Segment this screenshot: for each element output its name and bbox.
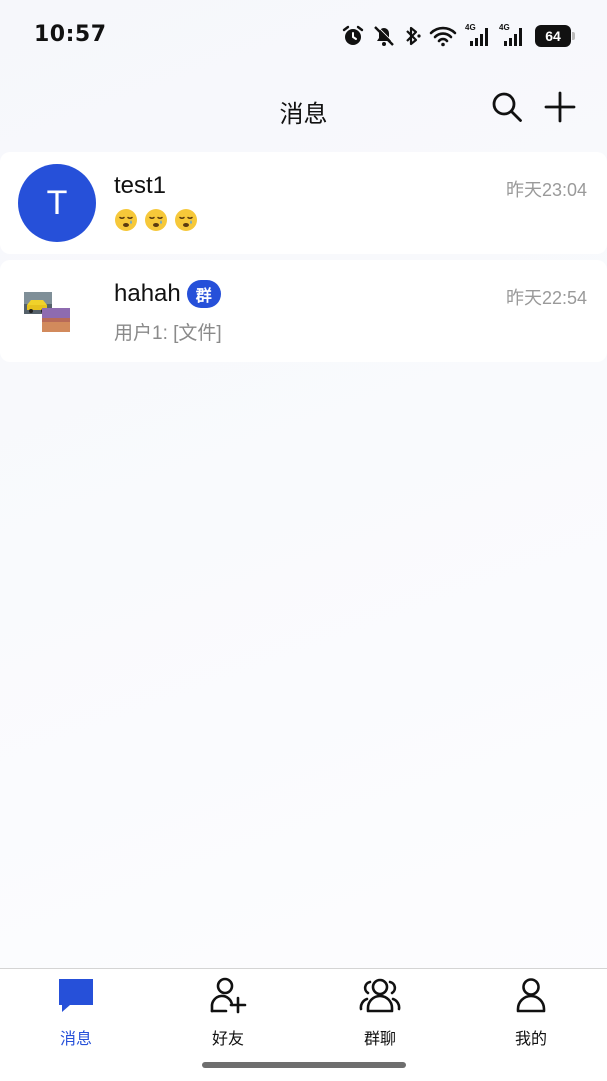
nav-label: 好友 (211, 1031, 244, 1048)
message-preview: 用户1: [文件] (114, 323, 222, 344)
status-bar: 10:57 4G 4G 64 (0, 0, 607, 72)
nav-label: 我的 (514, 1031, 547, 1048)
bluetooth-icon (403, 24, 421, 48)
add-friend-icon (208, 976, 248, 1019)
nav-label: 群聊 (363, 1031, 396, 1048)
conversation-item[interactable]: T test1 昨天23:04 (0, 152, 607, 254)
sleepy-emoji-icon (144, 208, 168, 232)
nav-label: 消息 (59, 1031, 92, 1048)
search-icon (490, 90, 524, 129)
nav-tab-groups[interactable]: 群聊 (330, 976, 430, 1049)
mute-bell-icon (373, 24, 395, 48)
avatar: T (18, 164, 96, 242)
alarm-icon (341, 24, 365, 48)
message-preview (114, 208, 198, 232)
battery-icon: 64 (535, 25, 575, 47)
nav-tab-messages[interactable]: 消息 (26, 979, 126, 1049)
network-type-label: 4G (499, 23, 510, 32)
conversation-name: test1 (114, 172, 167, 199)
conversation-item[interactable]: hahah 群 昨天22:54 用户1: [文件] (0, 260, 607, 362)
status-icons: 4G 4G 64 (341, 22, 575, 50)
network-type-label: 4G (465, 23, 476, 32)
signal-icon: 4G (499, 23, 525, 48)
chat-bubble-icon (56, 976, 96, 1019)
group-avatar (18, 272, 96, 350)
conversation-time: 昨天23:04 (505, 180, 587, 200)
person-icon (513, 976, 549, 1019)
nav-tab-friends[interactable]: 好友 (178, 976, 278, 1049)
plus-icon (543, 90, 577, 129)
sleepy-emoji-icon (114, 208, 138, 232)
conversation-name-line: hahah 群 (114, 280, 221, 308)
conversation-time: 昨天22:54 (505, 288, 587, 308)
conversation-name: hahah (114, 280, 181, 307)
wifi-icon (429, 25, 457, 47)
search-button[interactable] (488, 90, 526, 128)
status-time: 10:57 (34, 22, 107, 47)
nav-tab-me[interactable]: 我的 (481, 976, 581, 1049)
home-indicator[interactable] (202, 1062, 406, 1068)
group-icon (358, 976, 402, 1019)
add-button[interactable] (541, 90, 579, 128)
signal-icon: 4G (465, 23, 491, 48)
group-badge: 群 (186, 280, 221, 308)
conversation-list: T test1 昨天23:04 hahah 群 昨天22:54 用户1: [文件… (0, 152, 607, 368)
app-header: 消息 (0, 72, 607, 146)
sleepy-emoji-icon (174, 208, 198, 232)
